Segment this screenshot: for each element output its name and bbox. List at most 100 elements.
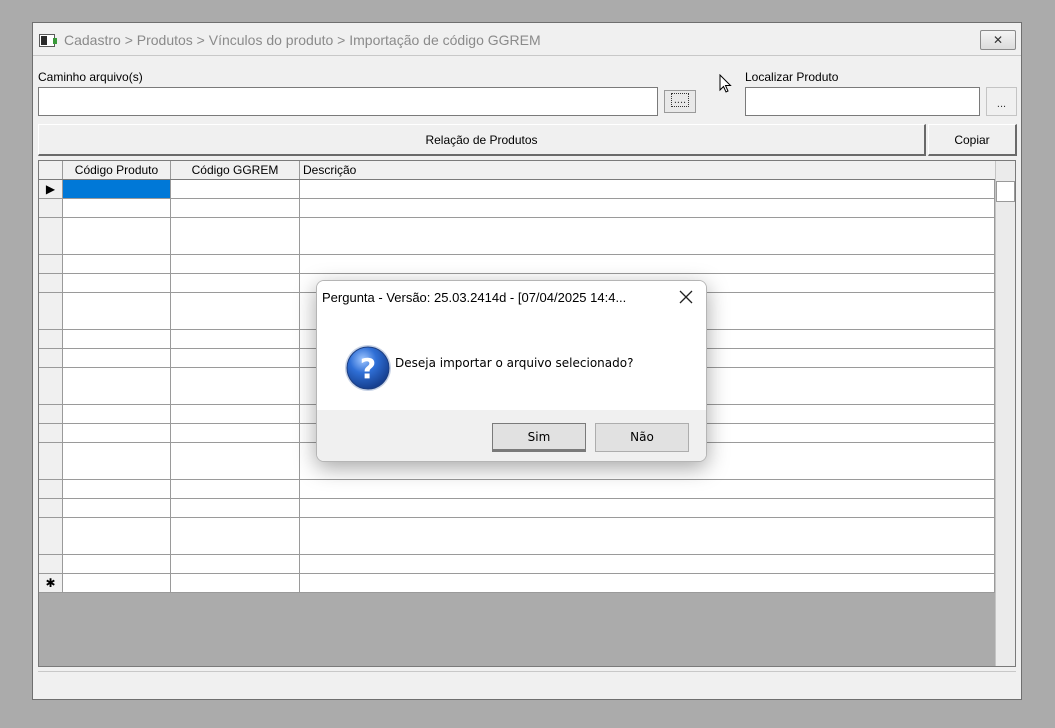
cell-description[interactable]	[300, 498, 995, 518]
cell-ggrem-code[interactable]	[171, 517, 300, 537]
cell-ggrem-code[interactable]	[171, 480, 300, 499]
cell-product-code[interactable]	[63, 330, 171, 349]
cell-product-code[interactable]	[63, 292, 171, 312]
cell-ggrem-code[interactable]	[171, 236, 300, 256]
copy-button[interactable]: Copiar	[928, 124, 1017, 156]
cell-product-code[interactable]	[63, 573, 171, 593]
cell-product-code[interactable]	[63, 236, 171, 256]
table-row[interactable]	[39, 255, 995, 274]
cell-description[interactable]	[300, 480, 995, 499]
table-row[interactable]	[39, 555, 995, 574]
row-header[interactable]	[39, 555, 63, 574]
cell-description[interactable]	[300, 573, 995, 593]
cell-product-code[interactable]	[63, 386, 171, 406]
row-header[interactable]	[39, 367, 63, 387]
cell-description[interactable]	[300, 461, 995, 481]
browse-file-button[interactable]: ....	[664, 90, 696, 113]
yes-button[interactable]: Sim	[492, 423, 586, 452]
cell-product-code[interactable]	[63, 442, 171, 462]
find-product-input[interactable]	[745, 87, 980, 116]
cell-product-code[interactable]	[63, 198, 171, 218]
cell-product-code[interactable]	[63, 423, 171, 443]
cell-ggrem-code[interactable]	[171, 573, 300, 593]
cell-product-code[interactable]	[63, 180, 171, 199]
row-header[interactable]	[39, 198, 63, 218]
path-input[interactable]	[38, 87, 658, 116]
cell-description[interactable]	[300, 217, 995, 237]
row-header[interactable]	[39, 255, 63, 274]
column-header-product-code[interactable]: Código Produto	[63, 161, 171, 179]
cell-product-code[interactable]	[63, 217, 171, 237]
table-row[interactable]	[39, 236, 995, 256]
cell-product-code[interactable]	[63, 498, 171, 518]
cell-description[interactable]	[300, 198, 995, 218]
scroll-thumb[interactable]	[996, 181, 1015, 202]
table-row[interactable]	[39, 498, 995, 518]
cell-ggrem-code[interactable]	[171, 330, 300, 349]
table-row[interactable]	[39, 517, 995, 537]
cell-product-code[interactable]	[63, 536, 171, 556]
cell-ggrem-code[interactable]	[171, 217, 300, 237]
cell-product-code[interactable]	[63, 461, 171, 481]
cell-product-code[interactable]	[63, 311, 171, 331]
cell-description[interactable]	[300, 180, 995, 199]
cell-description[interactable]	[300, 236, 995, 256]
cell-ggrem-code[interactable]	[171, 292, 300, 312]
cell-product-code[interactable]	[63, 555, 171, 574]
row-header[interactable]	[39, 498, 63, 518]
row-header[interactable]	[39, 348, 63, 368]
cell-ggrem-code[interactable]	[171, 423, 300, 443]
cell-ggrem-code[interactable]	[171, 442, 300, 462]
cell-product-code[interactable]	[63, 273, 171, 293]
row-header[interactable]	[39, 480, 63, 499]
column-header-description[interactable]: Descrição	[300, 161, 995, 179]
cell-description[interactable]	[300, 536, 995, 556]
vertical-scrollbar[interactable]	[995, 161, 1015, 666]
row-header[interactable]	[39, 461, 63, 481]
table-row[interactable]	[39, 217, 995, 237]
row-header[interactable]	[39, 330, 63, 349]
row-header[interactable]	[39, 311, 63, 331]
table-row[interactable]	[39, 461, 995, 481]
cell-description[interactable]	[300, 555, 995, 574]
cell-ggrem-code[interactable]	[171, 273, 300, 293]
row-header[interactable]	[39, 536, 63, 556]
cell-ggrem-code[interactable]	[171, 536, 300, 556]
cell-ggrem-code[interactable]	[171, 180, 300, 199]
product-list-button[interactable]: Relação de Produtos	[38, 124, 926, 156]
cell-ggrem-code[interactable]	[171, 198, 300, 218]
new-row[interactable]: ✱	[39, 573, 995, 593]
row-header[interactable]	[39, 442, 63, 462]
cell-product-code[interactable]	[63, 405, 171, 424]
row-header[interactable]	[39, 236, 63, 256]
row-header[interactable]	[39, 423, 63, 443]
no-button[interactable]: Não	[595, 423, 689, 452]
dialog-close-icon[interactable]	[675, 286, 697, 308]
cell-ggrem-code[interactable]	[171, 255, 300, 274]
table-row[interactable]: ▶	[39, 180, 995, 199]
row-header[interactable]	[39, 273, 63, 293]
cell-product-code[interactable]	[63, 517, 171, 537]
row-header[interactable]: ▶	[39, 180, 63, 199]
row-header[interactable]	[39, 217, 63, 237]
cell-description[interactable]	[300, 517, 995, 537]
cell-description[interactable]	[300, 255, 995, 274]
row-header[interactable]	[39, 405, 63, 424]
cell-ggrem-code[interactable]	[171, 348, 300, 368]
cell-product-code[interactable]	[63, 255, 171, 274]
column-header-ggrem-code[interactable]: Código GGREM	[171, 161, 300, 179]
cell-ggrem-code[interactable]	[171, 498, 300, 518]
find-product-button[interactable]: ...	[986, 87, 1017, 116]
cell-product-code[interactable]	[63, 480, 171, 499]
table-row[interactable]	[39, 198, 995, 218]
table-row[interactable]	[39, 480, 995, 499]
cell-ggrem-code[interactable]	[171, 461, 300, 481]
row-header[interactable]: ✱	[39, 573, 63, 593]
cell-product-code[interactable]	[63, 348, 171, 368]
cell-product-code[interactable]	[63, 367, 171, 387]
row-header[interactable]	[39, 386, 63, 406]
row-header[interactable]	[39, 292, 63, 312]
cell-ggrem-code[interactable]	[171, 367, 300, 387]
window-close-button[interactable]: ✕	[980, 30, 1016, 50]
cell-ggrem-code[interactable]	[171, 405, 300, 424]
